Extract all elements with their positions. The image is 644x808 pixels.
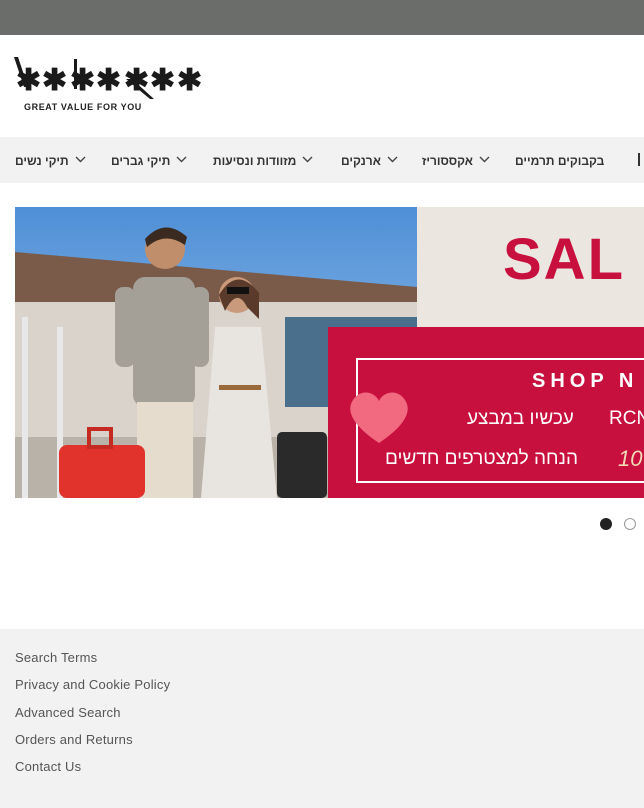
- nav-label: תיקי נשים: [15, 153, 69, 168]
- new-members-discount-text: הנחה למצטרפים חדשים: [385, 448, 578, 469]
- nav-label: אקססוריז: [422, 153, 473, 168]
- svg-text:✱: ✱: [96, 64, 121, 97]
- chevron-down-icon: [176, 156, 187, 163]
- nav-label: ארנקים: [341, 153, 381, 168]
- footer-links: Search Terms Privacy and Cookie Policy A…: [15, 650, 170, 786]
- chevron-down-icon: [75, 156, 86, 163]
- svg-text:✱: ✱: [150, 64, 175, 97]
- footer-link-contact-us[interactable]: Contact Us: [15, 759, 170, 786]
- site-footer: Search Terms Privacy and Cookie Policy A…: [0, 629, 644, 808]
- slider-dot-1[interactable]: [600, 518, 612, 530]
- top-bar: [0, 0, 644, 35]
- slider-dot-2[interactable]: [624, 518, 636, 530]
- chevron-down-icon: [479, 156, 490, 163]
- chevron-down-icon: [387, 156, 398, 163]
- nav-item-womens-bags[interactable]: תיקי נשים: [15, 137, 86, 183]
- nav-label: בקבוקים תרמיים: [515, 153, 605, 168]
- svg-text:✱: ✱: [42, 64, 67, 97]
- banner-image: SAL SHOP N עכשיו במבצע RCN הנחה למצטרפים…: [15, 207, 644, 498]
- nav-label: תיקי גברים: [111, 153, 171, 168]
- svg-text:✱: ✱: [70, 64, 95, 97]
- footer-link-orders-returns[interactable]: Orders and Returns: [15, 732, 170, 759]
- nav-item-mens-bags[interactable]: תיקי גברים: [111, 137, 187, 183]
- site-header: ✱ ✱ ✱ ✱ ✱ ✱ ✱ GREAT VALUE FOR YOU: [0, 35, 644, 137]
- sale-text: SAL: [503, 227, 625, 292]
- svg-text:✱: ✱: [177, 64, 202, 97]
- nav-item-luggage-travel[interactable]: מזוודות ונסיעות: [213, 137, 313, 183]
- chevron-down-icon: [302, 156, 313, 163]
- shop-now-text: SHOP N: [532, 370, 638, 392]
- footer-link-search-terms[interactable]: Search Terms: [15, 650, 170, 677]
- nav-label: מזוודות ונסיעות: [213, 153, 297, 168]
- logo-tagline: GREAT VALUE FOR YOU: [24, 102, 142, 112]
- on-sale-text: עכשיו במבצע: [467, 408, 574, 429]
- nav-item-wallets[interactable]: ארנקים: [341, 137, 398, 183]
- main-navigation: תיקי נשים תיקי גברים מזוודות ונסיעות ארנ…: [0, 137, 644, 183]
- promo-banner[interactable]: SAL SHOP N עכשיו במבצע RCN הנחה למצטרפים…: [15, 207, 644, 498]
- nav-item-thermal-bottles[interactable]: בקבוקים תרמיים: [515, 137, 604, 183]
- nav-overflow-item[interactable]: [638, 153, 640, 166]
- promo-code-text: RCN: [609, 408, 644, 429]
- svg-text:✱: ✱: [16, 64, 40, 97]
- footer-link-advanced-search[interactable]: Advanced Search: [15, 705, 170, 732]
- nav-item-accessories[interactable]: אקססוריז: [422, 137, 490, 183]
- footer-link-privacy-policy[interactable]: Privacy and Cookie Policy: [15, 677, 170, 704]
- discount-number: 10: [618, 446, 643, 471]
